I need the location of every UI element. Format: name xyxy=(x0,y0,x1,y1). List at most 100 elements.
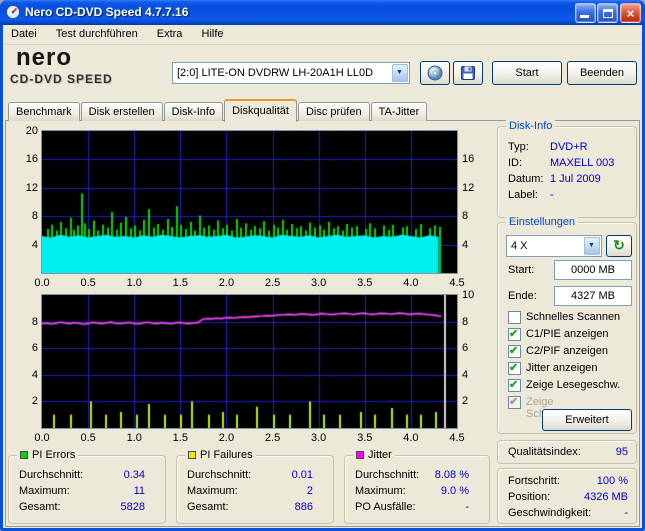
menu-hilfe[interactable]: Hilfe xyxy=(194,25,232,45)
pi-failures-stats-title: PI Failures xyxy=(185,449,256,461)
axis-tick-label: 3.0 xyxy=(311,277,327,289)
save-button[interactable] xyxy=(453,61,483,85)
pif-max-value: 2 xyxy=(306,485,313,497)
pi-errors-chart-canvas xyxy=(42,131,457,273)
axis-tick-label: 4 xyxy=(462,368,469,381)
refresh-button[interactable]: ↻ xyxy=(606,235,632,257)
axis-tick-label: 1.0 xyxy=(126,432,142,444)
axis-tick-label: 4.5 xyxy=(449,277,465,289)
axis-tick-label: 2.5 xyxy=(264,277,281,289)
axis-tick-label: 6 xyxy=(31,342,38,355)
eject-button[interactable] xyxy=(420,61,450,85)
quality-index-box: Qualitätsindex: 95 xyxy=(497,440,637,464)
axis-tick-label: 8 xyxy=(462,315,469,328)
jitter-max-label: Maximum: xyxy=(355,485,406,497)
quality-index-value: 95 xyxy=(615,446,628,458)
axis-tick-label: 4.0 xyxy=(403,432,419,444)
minimize-icon xyxy=(580,15,589,18)
axis-tick-label: 12 xyxy=(462,181,475,194)
po-failures-value: - xyxy=(465,501,469,513)
progress-label: Fortschritt: xyxy=(508,475,560,487)
tab-disc-pruefen[interactable]: Disc prüfen xyxy=(297,102,370,121)
pif-avg-label: Durchschnitt: xyxy=(187,469,252,481)
axis-tick-label: 1.5 xyxy=(172,432,188,444)
close-button[interactable]: × xyxy=(620,3,641,23)
disk-label-label: Label: xyxy=(508,189,538,201)
axis-tick-label: 4 xyxy=(31,368,38,381)
tab-benchmark[interactable]: Benchmark xyxy=(8,102,80,121)
axis-tick-label: 3.5 xyxy=(357,432,373,444)
position-value: 4326 MB xyxy=(583,491,628,503)
c2-pif-checkbox[interactable] xyxy=(508,344,521,358)
disk-info-group: Disk-Info Typ: DVD+R ID: MAXELL 003 Datum:… xyxy=(497,120,637,218)
end-mb-field[interactable] xyxy=(554,286,632,306)
c1-pie-checkbox[interactable] xyxy=(508,327,521,341)
axis-tick-label: 16 xyxy=(25,153,38,166)
pif-total-value: 886 xyxy=(294,501,313,513)
pi-errors-plot-frame xyxy=(41,130,458,274)
jitter-legend-chip xyxy=(356,451,364,459)
disk-type-label: Typ: xyxy=(508,141,529,153)
checkbox-row-write-speed: Zeige Schreibgeschw. xyxy=(508,395,630,420)
jitter-max-value: 9.0 % xyxy=(440,485,469,497)
pi-failures-legend-chip xyxy=(188,451,196,459)
maximize-icon xyxy=(603,9,613,18)
menu-extra[interactable]: Extra xyxy=(149,25,191,45)
jitter-checkbox[interactable] xyxy=(508,361,521,375)
maximize-button[interactable] xyxy=(597,3,618,23)
axis-tick-label: 0.0 xyxy=(34,277,50,289)
start-button[interactable]: Start xyxy=(492,61,562,85)
read-speed-label: Zeige Lesegeschw. xyxy=(526,379,621,391)
jitter-checkbox-label: Jitter anzeigen xyxy=(526,362,598,374)
pif-jitter-chart-canvas xyxy=(42,295,457,428)
minimize-button[interactable] xyxy=(575,3,596,23)
pie-max-value: 11 xyxy=(133,485,145,497)
jitter-title-text: Jitter xyxy=(368,449,392,461)
menu-datei[interactable]: Datei xyxy=(3,25,45,45)
disk-id-label: ID: xyxy=(508,157,523,169)
axis-tick-label: 3.0 xyxy=(311,432,327,444)
drive-select-value: [2:0] LITE-ON DVDRW LH-20A1H LL0D xyxy=(177,67,374,79)
axis-tick-label: 4.5 xyxy=(449,432,465,444)
start-mb-label: Start: xyxy=(508,264,535,276)
jitter-avg-label: Durchschnitt: xyxy=(355,469,420,481)
fast-scan-checkbox[interactable] xyxy=(508,311,521,324)
axis-tick-label: 2.5 xyxy=(264,432,281,444)
tab-disk-erstellen[interactable]: Disk erstellen xyxy=(80,102,163,121)
menu-test-durchfuehren[interactable]: Test durchführen xyxy=(48,25,146,45)
tab-ta-jitter[interactable]: TA-Jitter xyxy=(370,102,428,121)
read-speed-checkbox[interactable] xyxy=(508,378,521,392)
menu-bar: Datei Test durchführen Extra Hilfe xyxy=(3,25,642,45)
fast-scan-label: Schnelles Scannen xyxy=(526,311,621,323)
pie-avg-label: Durchschnitt: xyxy=(19,469,84,481)
write-speed-checkbox[interactable] xyxy=(508,395,521,409)
cd-dvd-speed-logo-text: CD-DVD SPEED xyxy=(10,72,113,86)
drive-select[interactable]: [2:0] LITE-ON DVDRW LH-20A1H LL0D xyxy=(172,62,410,84)
pi-errors-stats-box: PI Errors Durchschnitt: 0.34 Maximum: 11 G… xyxy=(8,449,166,524)
chevron-down-icon[interactable] xyxy=(584,237,600,255)
jitter-stats-title: Jitter xyxy=(353,449,395,461)
axis-tick-label: 4 xyxy=(462,238,469,251)
disc-icon xyxy=(427,65,443,81)
speed-select-value: 4 X xyxy=(511,240,528,252)
pie-avg-value: 0.34 xyxy=(123,469,145,481)
pif-jitter-chart: 8 6 4 2 10 8 6 4 2 0.0 0.5 1.0 1.5 2.0 2.5 3.0 3.5 4.0 4.5 xyxy=(8,289,478,446)
quit-button[interactable]: Beenden xyxy=(567,61,637,85)
chevron-down-icon[interactable] xyxy=(392,64,408,82)
settings-group-title: Einstellungen xyxy=(506,216,579,228)
axis-tick-label: 16 xyxy=(462,153,475,166)
advanced-button[interactable]: Erweitert xyxy=(542,409,632,431)
pi-failures-stats-box: PI Failures Durchschnitt: 0.01 Maximum: 2 … xyxy=(176,449,334,524)
axis-tick-label: 0.0 xyxy=(34,432,50,444)
tab-disk-info[interactable]: Disk-Info xyxy=(163,102,224,121)
quality-index-label: Qualitätsindex: xyxy=(508,446,581,458)
titlebar: Nero CD-DVD Speed 4.7.7.16 × xyxy=(0,0,645,25)
speed-label: Geschwindigkeit: xyxy=(508,507,592,519)
axis-tick-label: 3.5 xyxy=(357,277,373,289)
pi-errors-stats-title: PI Errors xyxy=(17,449,79,461)
tab-diskqualitaet[interactable]: Diskqualität xyxy=(224,99,297,122)
start-mb-field[interactable] xyxy=(554,260,632,280)
pi-errors-title-text: PI Errors xyxy=(32,449,76,461)
speed-select[interactable]: 4 X xyxy=(506,235,602,257)
axis-tick-label: 0.5 xyxy=(80,432,96,444)
